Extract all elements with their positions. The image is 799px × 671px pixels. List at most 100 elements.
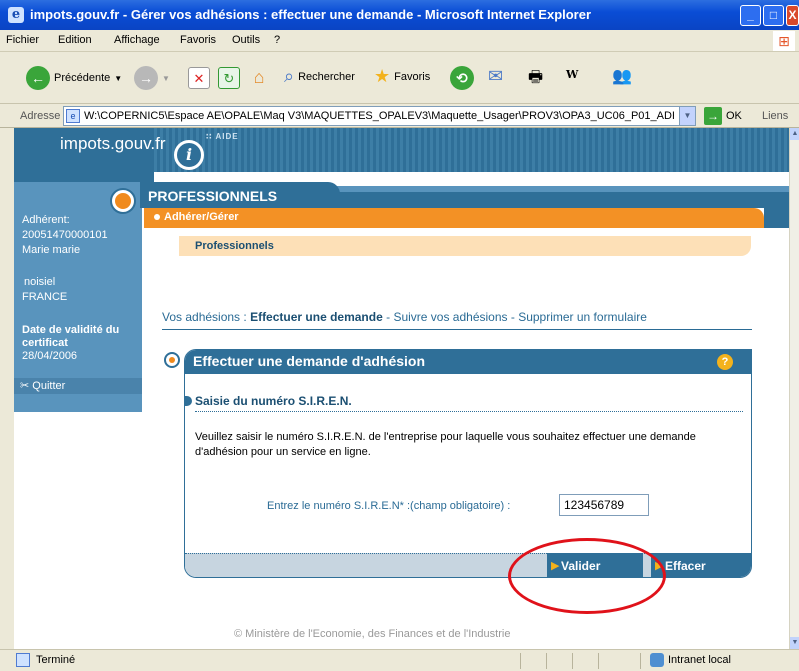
intranet-zone-icon: [650, 653, 664, 667]
site-logo-text[interactable]: impots.gouv.fr: [60, 134, 166, 154]
zone-text: Intranet local: [668, 654, 731, 666]
breadcrumb-current: Effectuer une demande: [250, 310, 383, 324]
nav-adherer-gerer[interactable]: Adhérer/Gérer: [144, 208, 764, 228]
adherent-city: noisiel: [24, 276, 56, 288]
window-title-bar: e impots.gouv.fr - Gérer vos adhésions :…: [0, 0, 799, 30]
chevron-down-icon: ▼: [162, 73, 170, 83]
header-divider: [154, 172, 789, 182]
siren-input[interactable]: [559, 494, 649, 516]
edit-icon[interactable]: W: [566, 68, 578, 81]
search-icon: ⌕: [284, 66, 295, 86]
chevron-down-icon: ▼: [114, 73, 123, 83]
forward-arrow-icon: →: [134, 66, 158, 90]
quit-icon: ✂: [20, 380, 33, 392]
breadcrumb-underline: [162, 329, 752, 330]
breadcrumb-sep: -: [382, 310, 394, 324]
adherent-label: Adhérent:: [22, 214, 70, 226]
minimize-button[interactable]: _: [740, 5, 761, 26]
scroll-down-icon[interactable]: ▼: [790, 637, 799, 649]
validity-label-2: certificat: [22, 337, 68, 349]
annotation-circle: [508, 538, 666, 614]
messenger-icon[interactable]: 👥: [612, 66, 632, 86]
panel-description: Veuillez saisir le numéro S.I.R.E.N. de …: [195, 431, 696, 458]
help-link-label: AIDE: [215, 132, 239, 141]
maximize-button[interactable]: □: [763, 5, 784, 26]
toolbar: ← Précédente ▼ → ▼ ✕ ↻ ⌂ ⌕ Rechercher ★ …: [0, 52, 799, 104]
siren-field-label: Entrez le numéro S.I.R.E.N* :(champ obli…: [267, 500, 511, 512]
address-url[interactable]: W:\COPERNIC5\Espace AE\OPALE\Maq V3\MAQU…: [84, 110, 674, 122]
search-button[interactable]: ⌕ Rechercher: [284, 66, 355, 87]
sub-nav-professionnels[interactable]: Professionnels: [179, 236, 751, 256]
menu-outils[interactable]: Outils: [232, 34, 260, 46]
status-divider: [520, 653, 521, 669]
breadcrumb-sep: -: [507, 310, 519, 324]
help-icon[interactable]: ?: [717, 354, 733, 370]
copyright-text: © Ministère de l'Economie, des Finances …: [234, 628, 511, 640]
validity-date: 28/04/2006: [22, 350, 78, 362]
quit-link[interactable]: ✂ Quitter: [14, 378, 142, 394]
page-icon: e: [66, 109, 80, 123]
section-marker-icon: [185, 396, 192, 406]
section-title: PROFESSIONNELS: [140, 182, 340, 208]
links-button[interactable]: Liens: [762, 110, 788, 122]
clear-button[interactable]: ▶ Effacer: [651, 553, 751, 577]
search-label: Rechercher: [298, 70, 355, 83]
windows-logo-icon: ⊞: [773, 31, 795, 51]
sub-nav-label: Professionnels: [195, 240, 274, 252]
status-text: Terminé: [36, 654, 76, 666]
nav-bar-end: [764, 208, 789, 228]
favorites-label: Favoris: [394, 70, 431, 83]
favorites-button[interactable]: ★ Favoris: [374, 66, 430, 87]
address-field[interactable]: e W:\COPERNIC5\Espace AE\OPALE\Maq V3\MA…: [63, 106, 696, 126]
go-button[interactable]: OK: [726, 110, 742, 122]
scroll-up-icon[interactable]: ▲: [790, 128, 799, 140]
print-icon[interactable]: 🖶: [528, 66, 543, 93]
menu-bar: Fichier Edition Affichage Favoris Outils…: [0, 30, 799, 52]
bullet-icon: [154, 214, 160, 220]
section-bar: [324, 192, 789, 208]
page-viewport: impots.gouv.fr i ∷ AIDE Adhérent: 200514…: [14, 128, 789, 649]
address-dropdown-icon[interactable]: ▼: [679, 107, 695, 125]
adherent-id: 20051470000101: [22, 229, 108, 241]
star-icon: ★: [374, 66, 391, 86]
home-icon[interactable]: ⌂: [248, 66, 270, 88]
back-arrow-icon: ←: [26, 66, 50, 90]
breadcrumb: Vos adhésions : Effectuer une demande - …: [162, 310, 647, 324]
menu-favoris[interactable]: Favoris: [180, 34, 216, 46]
stop-icon[interactable]: ✕: [188, 67, 210, 89]
history-icon[interactable]: ⟲: [450, 66, 474, 90]
section-bullet-icon: [110, 188, 136, 214]
back-label: Précédente: [54, 72, 111, 84]
left-frame-border: [0, 128, 14, 649]
status-divider: [572, 653, 573, 669]
address-label: Adresse: [20, 110, 61, 122]
breadcrumb-link-supprimer[interactable]: Supprimer un formulaire: [518, 310, 647, 324]
panel-header: Effectuer une demande d'adhésion ?: [185, 350, 751, 374]
info-logo-icon: i: [174, 140, 204, 170]
menu-edition[interactable]: Edition: [58, 34, 92, 46]
breadcrumb-prefix: Vos adhésions :: [162, 310, 251, 324]
menu-help[interactable]: ?: [274, 34, 280, 46]
go-arrow-icon[interactable]: →: [704, 107, 722, 125]
vertical-scrollbar[interactable]: ▲ ▼: [789, 128, 799, 649]
window-title: impots.gouv.fr - Gérer vos adhésions : e…: [30, 7, 592, 22]
forward-button[interactable]: → ▼: [134, 66, 170, 90]
help-link[interactable]: ∷ AIDE: [206, 132, 239, 141]
menu-affichage[interactable]: Affichage: [114, 34, 160, 46]
refresh-icon[interactable]: ↻: [218, 67, 240, 89]
adherent-country: FRANCE: [22, 291, 68, 303]
request-panel: Effectuer une demande d'adhésion ? Saisi…: [184, 349, 752, 578]
status-bar: Terminé Intranet local: [0, 649, 799, 671]
ie-logo-icon: e: [8, 7, 24, 23]
breadcrumb-link-suivre[interactable]: Suivre vos adhésions: [393, 310, 507, 324]
status-divider: [640, 653, 641, 669]
mail-icon[interactable]: ✉: [488, 66, 503, 87]
page-done-icon: [16, 653, 30, 667]
status-divider: [598, 653, 599, 669]
menu-fichier[interactable]: Fichier: [6, 34, 39, 46]
back-button[interactable]: ← Précédente ▼: [26, 66, 122, 90]
close-button[interactable]: X: [786, 5, 799, 26]
quit-label: Quitter: [32, 380, 66, 392]
nav-adherer-label: Adhérer/Gérer: [164, 211, 239, 223]
validity-label-1: Date de validité du: [22, 324, 120, 336]
